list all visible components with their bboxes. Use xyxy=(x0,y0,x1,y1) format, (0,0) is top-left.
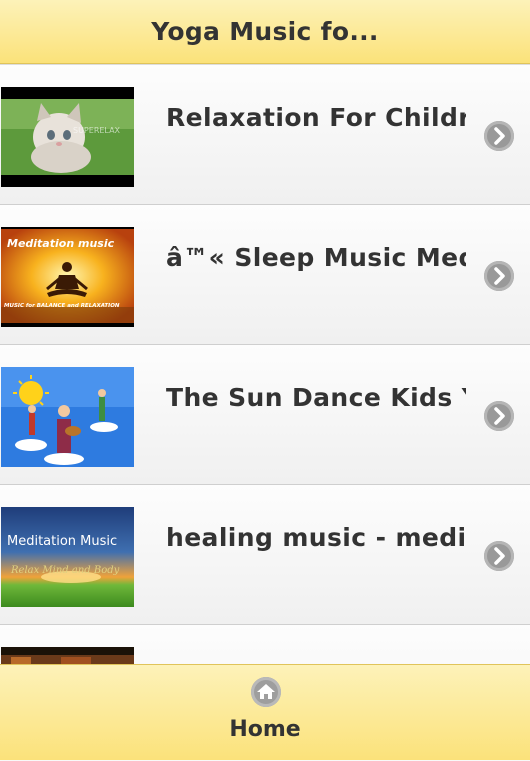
video-title: The Sun Dance Kids Y... xyxy=(166,383,466,412)
chevron-right-icon xyxy=(484,261,514,291)
chevron-right-icon xyxy=(484,121,514,151)
list-item[interactable]: Meditation music MUSIC for BALANCE and R… xyxy=(0,205,530,345)
video-thumbnail xyxy=(1,647,134,665)
video-title: healing music - medi... xyxy=(166,523,466,552)
svg-text:SUPERELAX: SUPERELAX xyxy=(73,126,121,135)
chevron-right-icon xyxy=(484,401,514,431)
thumb-caption: Meditation music xyxy=(7,237,115,250)
chevron-right-icon xyxy=(484,541,514,571)
home-tab[interactable]: Home xyxy=(0,665,530,761)
list-item[interactable]: SUPERELAX Relaxation For Childr... xyxy=(0,65,530,205)
app-header: Yoga Music fo... xyxy=(0,0,530,64)
video-title: Relaxation For Childr... xyxy=(166,103,466,132)
thumb-subcaption: Relax Mind and Body xyxy=(10,565,120,576)
thumb-caption: Meditation Music xyxy=(7,534,117,549)
video-thumbnail: SUPERELAX xyxy=(1,87,134,187)
list-item[interactable]: The Sun Dance Kids Y... xyxy=(0,345,530,485)
list-item[interactable]: Meditation Music Relax Mind and Body hea… xyxy=(0,485,530,625)
video-thumbnail: Meditation music MUSIC for BALANCE and R… xyxy=(1,227,134,327)
home-icon xyxy=(251,677,281,707)
video-title: â™« Sleep Music Med... xyxy=(166,243,466,272)
list-item[interactable] xyxy=(0,625,530,665)
thumb-subcaption: MUSIC for BALANCE and RELAXATION xyxy=(4,303,120,309)
page-title: Yoga Music fo... xyxy=(151,17,379,46)
video-thumbnail xyxy=(1,367,134,467)
video-thumbnail: Meditation Music Relax Mind and Body xyxy=(1,507,134,607)
home-label: Home xyxy=(229,717,301,742)
video-list[interactable]: SUPERELAX Relaxation For Childr... Medit… xyxy=(0,64,530,665)
navbar: Home xyxy=(0,664,530,760)
